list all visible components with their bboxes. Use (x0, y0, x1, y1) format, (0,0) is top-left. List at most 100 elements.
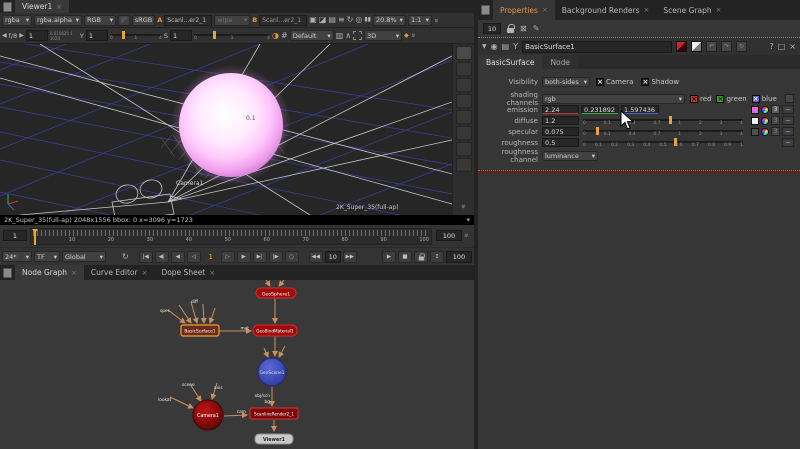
layers-icon[interactable]: ▤ (328, 16, 336, 24)
loop-mode-icon[interactable]: ↻ (122, 253, 129, 261)
tab-scene-graph[interactable]: Scene Graph× (656, 0, 728, 20)
gamma-curve-icon[interactable]: ∧ (345, 32, 351, 40)
collapse-triangle-icon[interactable]: ▼ (482, 44, 487, 50)
panel-color-swatch[interactable] (691, 41, 702, 52)
playhead[interactable] (34, 229, 36, 245)
shading-channels-dropdown[interactable]: rgb▾ (542, 94, 685, 104)
panel-resize-divider[interactable] (478, 170, 800, 173)
center-node-icon[interactable]: ◉ (491, 43, 498, 51)
green-channel-checkbox[interactable]: × (716, 95, 724, 103)
diffuse-channels-button[interactable]: 3 (771, 116, 780, 125)
help-button[interactable]: ? (769, 43, 773, 51)
tab-node-graph[interactable]: Node Graph× (15, 265, 84, 280)
emission-curve-button[interactable]: ~ (782, 105, 794, 114)
input-process-button[interactable]: IP (118, 15, 130, 26)
step-back-button[interactable]: ◀◀ (309, 251, 323, 263)
frame-icon[interactable]: ▣ (309, 16, 317, 24)
zoom-level-dropdown[interactable]: 20.8%▾ (373, 15, 406, 26)
status-dropdown-icon[interactable]: ▾ (466, 216, 470, 224)
fstop-next-icon[interactable]: ▶ (19, 33, 24, 39)
red-channel-checkbox[interactable]: × (690, 95, 698, 103)
gamma-slider[interactable]: 014 (110, 31, 162, 41)
camera-wireframe[interactable] (112, 178, 182, 215)
specular-color-swatch[interactable] (751, 128, 759, 136)
translate-tool-icon[interactable] (456, 62, 472, 76)
current-frame[interactable]: 1 (203, 253, 219, 261)
channel-extra-button[interactable] (785, 94, 794, 103)
roughness-field[interactable] (542, 138, 579, 147)
camera-checkbox[interactable]: × (596, 78, 604, 86)
diffuse-field[interactable] (542, 116, 579, 125)
wipe-dropdown[interactable]: wipe▾ (214, 15, 250, 26)
max-panels-field[interactable] (483, 23, 501, 34)
input-b-field[interactable]: Scanl...er2_1 (259, 15, 307, 26)
timeline-filter-dropdown[interactable]: TF▾ (34, 251, 60, 262)
close-icon[interactable]: × (209, 269, 215, 277)
transport-button[interactable]: ◀| (155, 251, 169, 263)
close-panel-button[interactable]: × (789, 43, 796, 51)
pixel-aspect-dropdown[interactable]: 1:1▾ (408, 15, 432, 26)
frame-increment-field[interactable] (325, 251, 341, 263)
undo-button[interactable]: ↶ (706, 41, 717, 52)
refresh-icon[interactable]: ↻ (347, 16, 354, 24)
select-tool-icon[interactable] (456, 46, 472, 60)
emission-channels-button[interactable]: 3 (771, 105, 780, 114)
visibility-dropdown[interactable]: both-sides▾ (542, 77, 590, 87)
toolstrip-chevron[interactable]: » (459, 204, 468, 209)
view-mode-dropdown[interactable]: 3D▾ (364, 30, 402, 41)
roughness-curve-button[interactable]: ~ (782, 138, 794, 147)
emission-r-field[interactable] (542, 105, 579, 114)
saturation-field[interactable] (170, 30, 192, 41)
playback-out-field[interactable] (446, 251, 472, 263)
export-icon[interactable]: ▤ (502, 43, 510, 51)
revert-button[interactable]: ↻ (736, 41, 747, 52)
panel-splitter-icon[interactable] (3, 268, 12, 278)
transport-button[interactable]: |▶ (269, 251, 283, 263)
float-panel-button[interactable]: □ (778, 43, 786, 51)
lock-range-button[interactable] (414, 251, 428, 263)
frame-ruler[interactable]: 1102030405060708090100 (30, 228, 432, 245)
proxy-icon[interactable]: ◪ (319, 16, 327, 24)
checker-icon[interactable]: # (281, 32, 288, 40)
transport-button[interactable]: |◀ (139, 251, 153, 263)
tab-dope-sheet[interactable]: Dope Sheet× (154, 265, 222, 280)
close-icon[interactable]: × (644, 6, 650, 14)
bbox-display-icon[interactable] (456, 158, 472, 172)
transport-button[interactable]: ◀ (171, 251, 185, 263)
edit-icon[interactable]: ✎ (533, 25, 540, 33)
shadow-checkbox[interactable]: × (641, 78, 649, 86)
close-icon[interactable]: × (716, 6, 722, 14)
points-display-icon[interactable] (456, 142, 472, 156)
frame-range-mode-dropdown[interactable]: Global▾ (62, 251, 106, 262)
panel-splitter-icon[interactable] (3, 2, 12, 12)
gain-toggle-icon[interactable]: ◑ (272, 32, 279, 40)
tab-curve-editor[interactable]: Curve Editor× (84, 265, 155, 280)
viewport-3d[interactable]: 0.1 Camera1 2K_Super_35(full-ap) (0, 44, 452, 215)
transport-button[interactable]: ○ (285, 251, 299, 263)
diffuse-colorwheel-icon[interactable] (761, 117, 769, 125)
roi-icon[interactable]: ◎ (355, 16, 362, 24)
tab-node[interactable]: Node (542, 55, 578, 69)
node-name-field[interactable] (522, 41, 672, 53)
toolbar-overflow-chevron[interactable]: » (432, 18, 441, 23)
diffuse-slider[interactable]: 00.10.40.71234 (583, 116, 743, 126)
selection-box-icon[interactable] (353, 31, 362, 40)
close-icon[interactable]: × (56, 3, 62, 11)
pause-icon[interactable]: ▮▮ (364, 17, 371, 23)
blue-channel-checkbox[interactable]: × (752, 95, 760, 103)
flipbook-button[interactable]: ▶ (382, 251, 396, 263)
viewer-process-dropdown[interactable]: Default▾ (290, 30, 334, 41)
gain-field[interactable] (26, 30, 48, 41)
range-out-field[interactable] (436, 230, 462, 241)
channel-layer-dropdown[interactable]: rgba▾ (2, 15, 32, 26)
list-icon[interactable]: ≡ (338, 16, 345, 24)
close-icon[interactable]: × (71, 269, 77, 277)
transport-button[interactable]: ▶| (253, 251, 267, 263)
transport-button[interactable]: ▷ (221, 251, 235, 263)
tab-viewer1[interactable]: Viewer1 × (15, 0, 69, 13)
close-icon[interactable]: × (542, 6, 548, 14)
alpha-channel-dropdown[interactable]: rgba.alpha▾ (34, 15, 82, 26)
specular-channels-button[interactable]: 3 (771, 127, 780, 136)
wrench-icon[interactable]: Y (513, 43, 518, 51)
emission-color-swatch[interactable] (751, 106, 759, 114)
